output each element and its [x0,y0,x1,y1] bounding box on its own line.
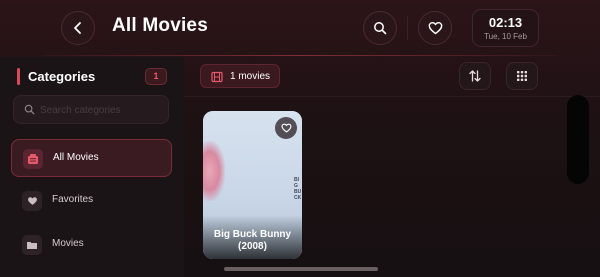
sidebar-item-movies[interactable]: Movies [11,226,172,264]
poster-artwork [203,141,225,201]
clock-date: Tue, 10 Feb [484,32,527,41]
favorites-button[interactable] [418,11,452,45]
category-count-badge: 1 [145,68,167,85]
movie-count-badge: 1 movies [200,64,280,88]
header: All Movies 02:13 Tue, 10 Feb [0,0,600,57]
sidebar-title: Categories [28,69,96,84]
sidebar-item-label: All Movies [53,152,99,163]
search-icon [24,104,35,115]
app-root: All Movies 02:13 Tue, 10 Feb Categories … [0,0,600,277]
card-favorite-button[interactable] [275,117,297,139]
grid-icon [517,71,527,81]
back-button[interactable] [61,11,95,45]
movie-title: Big Buck Bunny (2008) [213,229,292,252]
sort-button[interactable] [459,62,491,90]
page-title: All Movies [112,15,208,36]
heart-icon [281,123,291,133]
clock-time: 02:13 [488,15,523,30]
sidebar-item-label: Favorites [52,194,94,205]
scroll-handle[interactable] [567,95,589,184]
grid-view-button[interactable] [506,62,538,90]
folder-icon [22,235,42,255]
all-movies-icon [23,149,43,169]
sidebar-item-all-movies[interactable]: All Movies [11,139,172,177]
header-divider [407,16,408,40]
sidebar: Categories 1 All Movies [0,57,184,277]
home-indicator[interactable] [224,267,378,271]
sidebar-item-label: Movies [52,238,84,249]
heart-icon [22,191,42,211]
poster-title-text: BIG BUCK [294,177,302,201]
heart-icon [428,22,442,35]
back-arrow-icon [74,22,81,34]
film-icon [211,71,223,83]
sidebar-accent-bar [17,68,20,85]
sort-icon [469,70,481,82]
header-divider-line [42,55,558,56]
category-search-box[interactable] [13,95,169,124]
category-search-input[interactable] [40,101,164,119]
sidebar-item-favorites[interactable]: Favorites [11,182,172,220]
clock-widget: 02:13 Tue, 10 Feb [472,9,539,47]
toolbar-divider [184,96,600,97]
search-icon [374,22,387,35]
movie-count-label: 1 movies [230,71,271,82]
search-button[interactable] [363,11,397,45]
